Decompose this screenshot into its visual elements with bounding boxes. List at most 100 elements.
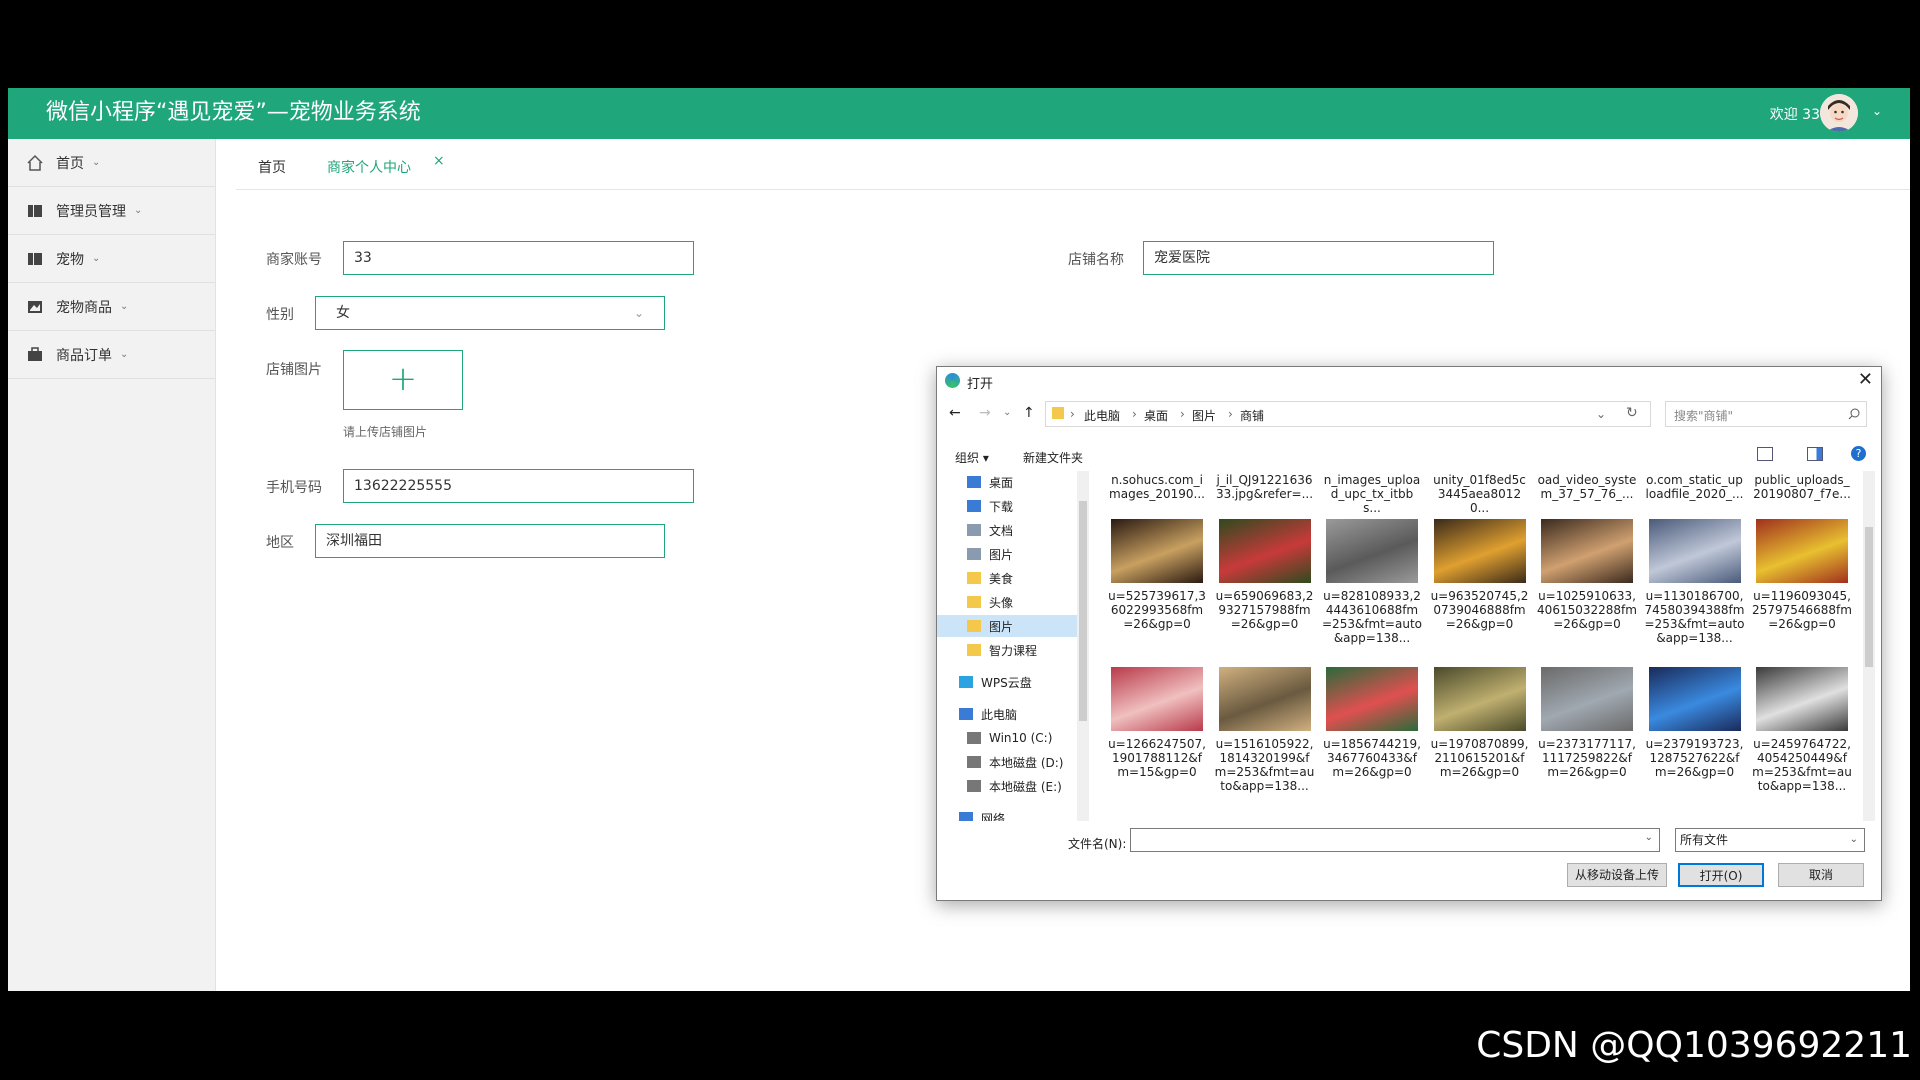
- breadcrumb-item[interactable]: 桌面: [1144, 407, 1168, 424]
- nav-item-label: 文档: [989, 523, 1014, 538]
- sidebar-item-order[interactable]: 商品订单 ⌄: [8, 331, 215, 379]
- close-tab-icon[interactable]: ×: [433, 153, 445, 169]
- tab-merchant-center[interactable]: 商家个人中心: [327, 157, 411, 177]
- gender-select[interactable]: 女 ⌄: [315, 296, 665, 330]
- view-icon[interactable]: [1757, 447, 1773, 461]
- file-item[interactable]: public_uploads_20190807_f7e...: [1752, 473, 1851, 501]
- preview-pane-icon[interactable]: [1807, 447, 1823, 461]
- nav-item-label: Win10 (C:): [989, 731, 1053, 745]
- forward-arrow-icon[interactable]: →: [979, 405, 991, 421]
- phone-input[interactable]: 13622225555: [343, 469, 694, 503]
- breadcrumb-item[interactable]: 图片: [1192, 407, 1216, 424]
- open-button[interactable]: 打开(O): [1678, 863, 1764, 887]
- chevron-down-icon[interactable]: ⌄: [1596, 407, 1606, 421]
- file-item[interactable]: n_images_upload_upc_tx_itbbs...: [1322, 473, 1422, 515]
- refresh-icon[interactable]: ↻: [1626, 405, 1638, 421]
- file-name: unity_01f8ed5c3445aea80120...: [1433, 473, 1526, 515]
- region-input[interactable]: 深圳福田: [315, 524, 665, 558]
- image-thumbnail: [1326, 519, 1418, 583]
- nav-item[interactable]: 文档📌: [937, 519, 1077, 541]
- file-item[interactable]: u=2459764722,4054250449&fm=253&fmt=auto&…: [1752, 667, 1851, 793]
- filename-label: 文件名(N):: [1068, 837, 1127, 851]
- phone-label: 手机号码: [266, 480, 322, 496]
- image-thumbnail: [1433, 667, 1526, 731]
- file-item[interactable]: u=1516105922,1814320199&fm=253&fmt=auto&…: [1215, 667, 1315, 793]
- file-item[interactable]: u=659069683,29327157988fm=26&gp=0: [1215, 519, 1315, 631]
- file-item[interactable]: oad_video_system_37_57_76_...: [1537, 473, 1637, 501]
- file-item[interactable]: u=2379193723,1287527622&fm=26&gp=0: [1645, 667, 1745, 779]
- file-name: u=659069683,29327157988fm=26&gp=0: [1215, 589, 1314, 631]
- search-input[interactable]: 搜索"商铺": [1665, 401, 1867, 427]
- up-arrow-icon[interactable]: ↑: [1023, 405, 1035, 421]
- sidebar-item-goods[interactable]: 宠物商品 ⌄: [8, 283, 215, 331]
- nav-item[interactable]: WPS云盘: [937, 671, 1077, 693]
- nav-item[interactable]: Win10 (C:): [937, 727, 1077, 749]
- nav-item[interactable]: 桌面📌: [937, 471, 1077, 493]
- top-bar: 微信小程序“遇见宠爱”—宠物业务系统 欢迎 33 ⌄: [8, 88, 1910, 139]
- nav-item[interactable]: 头像: [937, 591, 1077, 613]
- file-item[interactable]: unity_01f8ed5c3445aea80120...: [1430, 473, 1530, 515]
- account-input[interactable]: 33: [343, 241, 694, 275]
- upload-image-button[interactable]: +: [343, 350, 463, 410]
- help-icon[interactable]: ?: [1851, 446, 1866, 461]
- new-folder-button[interactable]: 新建文件夹: [1023, 449, 1083, 466]
- files-scrollbar[interactable]: [1863, 471, 1875, 821]
- sidebar-item-home[interactable]: 首页 ⌄: [8, 139, 215, 187]
- folder-icon: [967, 572, 981, 584]
- plus-icon: +: [388, 359, 418, 399]
- file-item[interactable]: o.com_static_uploadfile_2020_...: [1645, 473, 1745, 501]
- chevron-down-icon: ⌄: [1849, 834, 1858, 845]
- nav-item[interactable]: 图片📌: [937, 543, 1077, 565]
- nav-item[interactable]: 本地磁盘 (D:): [937, 751, 1077, 773]
- file-item[interactable]: u=1025910633,40615032288fm=26&gp=0: [1537, 519, 1637, 631]
- pet-icon: [26, 250, 44, 268]
- breadcrumb-item[interactable]: 商铺: [1240, 407, 1264, 424]
- nav-item-label: 头像: [989, 595, 1014, 610]
- tab-home[interactable]: 首页: [258, 157, 286, 177]
- shop-name-input[interactable]: 宠爱医院: [1143, 241, 1494, 275]
- upload-from-mobile-button[interactable]: 从移动设备上传: [1567, 863, 1667, 887]
- file-item[interactable]: u=1266247507,1901788112&fm=15&gp=0: [1107, 667, 1207, 779]
- nav-item[interactable]: 智力课程: [937, 639, 1077, 661]
- file-item[interactable]: u=963520745,20739046888fm=26&gp=0: [1430, 519, 1530, 631]
- folder-icon: [967, 620, 981, 632]
- nav-item[interactable]: 美食: [937, 567, 1077, 589]
- file-item[interactable]: u=828108933,24443610688fm=253&fmt=auto&a…: [1322, 519, 1422, 645]
- filename-input[interactable]: ⌄: [1130, 828, 1660, 852]
- file-item[interactable]: u=1856744219,3467760433&fm=26&gp=0: [1322, 667, 1422, 779]
- close-icon[interactable]: ✕: [1858, 369, 1873, 390]
- nav-item[interactable]: 本地磁盘 (E:): [937, 775, 1077, 797]
- gender-label: 性别: [266, 307, 294, 323]
- file-item[interactable]: u=1130186700,74580394388fm=253&fmt=auto&…: [1645, 519, 1745, 645]
- nav-item[interactable]: 此电脑: [937, 703, 1077, 725]
- sidebar-item-admin[interactable]: 管理员管理 ⌄: [8, 187, 215, 235]
- filetype-select[interactable]: 所有文件 ⌄: [1675, 828, 1865, 852]
- nav-item[interactable]: 网络: [937, 807, 1077, 821]
- nav-item[interactable]: 下载📌: [937, 495, 1077, 517]
- breadcrumb-item[interactable]: 此电脑: [1084, 407, 1120, 424]
- navigation-pane: 桌面📌下载📌文档📌图片📌美食头像图片智力课程 WPS云盘此电脑 Win10 (C:)…: [937, 471, 1077, 821]
- chevron-down-icon[interactable]: ⌄: [1003, 407, 1011, 418]
- file-item[interactable]: n.sohucs.com_images_20190...: [1107, 473, 1207, 501]
- file-item[interactable]: u=1196093045,25797546688fm=26&gp=0: [1752, 519, 1851, 631]
- organize-menu[interactable]: 组织 ▾: [955, 449, 989, 466]
- cancel-button[interactable]: 取消: [1778, 863, 1864, 887]
- image-thumbnail: [1541, 667, 1633, 731]
- file-item[interactable]: u=1970870899,2110615201&fm=26&gp=0: [1430, 667, 1530, 779]
- sidebar-item-label: 宠物商品: [56, 299, 112, 316]
- file-item[interactable]: j_il_QJ9122163633.jpg&refer=...: [1215, 473, 1315, 501]
- avatar[interactable]: [1820, 94, 1858, 132]
- chevron-down-icon[interactable]: ⌄: [1872, 104, 1882, 118]
- file-item[interactable]: u=2373177117,1117259822&fm=26&gp=0: [1537, 667, 1637, 779]
- nav-item-label: WPS云盘: [981, 675, 1032, 690]
- sidebar-item-pet[interactable]: 宠物 ⌄: [8, 235, 215, 283]
- address-bar[interactable]: › 此电脑 › 桌面 › 图片 › 商铺 ⌄ ↻: [1045, 401, 1651, 427]
- watermark: CSDN @QQ1039692211: [1476, 1025, 1912, 1066]
- file-item[interactable]: u=525739617,36022993568fm=26&gp=0: [1107, 519, 1207, 631]
- nav-scrollbar[interactable]: [1077, 471, 1089, 821]
- back-arrow-icon[interactable]: ←: [949, 405, 961, 421]
- nav-item[interactable]: 图片: [937, 615, 1077, 637]
- file-grid: n.sohucs.com_images_20190... j_il_QJ91221…: [1107, 471, 1851, 821]
- app-title: 微信小程序“遇见宠爱”—宠物业务系统: [46, 100, 421, 125]
- image-thumbnail: [1541, 519, 1633, 583]
